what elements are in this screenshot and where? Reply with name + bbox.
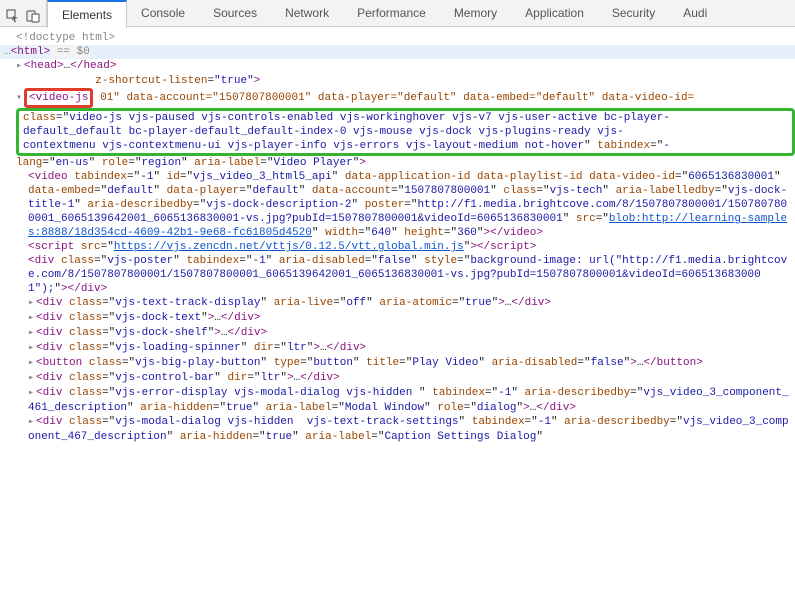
- dom-control-bar[interactable]: <div class="vjs-control-bar" dir="ltr">……: [0, 371, 795, 386]
- dom-caption-settings[interactable]: <div class="vjs-modal-dialog vjs-hidden …: [0, 415, 795, 444]
- dom-error-display[interactable]: <div class="vjs-error-display vjs-modal-…: [0, 386, 795, 415]
- dom-loading-spinner[interactable]: <div class="vjs-loading-spinner" dir="lt…: [0, 341, 795, 356]
- expand-triangle-icon[interactable]: [28, 357, 36, 369]
- selected-eq0: == $0: [50, 46, 90, 58]
- tab-security[interactable]: Security: [598, 0, 669, 26]
- tab-console[interactable]: Console: [127, 0, 199, 26]
- tab-sources[interactable]: Sources: [199, 0, 271, 26]
- attr: z-shortcut-listen: [95, 75, 207, 87]
- elements-panel[interactable]: <!doctype html> …<html> == $0 <head>…</h…: [0, 27, 795, 444]
- dom-poster-div[interactable]: <div class="vjs-poster" tabindex="-1" ar…: [0, 254, 795, 296]
- dom-video-element[interactable]: <video tabindex="-1" id="vjs_video_3_htm…: [0, 170, 795, 240]
- doctype-text: <!doctype html>: [16, 32, 115, 44]
- tab-audits[interactable]: Audi: [669, 0, 721, 26]
- expand-triangle-open-icon[interactable]: [16, 92, 24, 104]
- tab-performance[interactable]: Performance: [343, 0, 440, 26]
- tab-application[interactable]: Application: [511, 0, 598, 26]
- dom-videojs-line[interactable]: <video-js 01" data-account="150780780000…: [0, 88, 795, 108]
- highlight-videojs-tag: <video-js: [24, 88, 93, 108]
- dom-text-track[interactable]: <div class="vjs-text-track-display" aria…: [0, 296, 795, 311]
- videojs-attrs: 01" data-account="1507807800001" data-pl…: [100, 92, 694, 104]
- dom-html-open[interactable]: …<html> == $0: [0, 45, 795, 59]
- highlight-class-attr: class="video-js vjs-paused vjs-controls-…: [16, 108, 795, 156]
- expand-triangle-icon[interactable]: [28, 372, 36, 384]
- left-icon-group: [0, 0, 47, 26]
- expand-triangle-icon[interactable]: [28, 387, 36, 399]
- html-tag: <html>: [11, 46, 51, 58]
- dom-dock-shelf[interactable]: <div class="vjs-dock-shelf">…</div>: [0, 326, 795, 341]
- dom-head[interactable]: <head>…</head>: [0, 59, 795, 74]
- device-toggle-icon[interactable]: [26, 4, 40, 23]
- dom-script-element[interactable]: <script src="https://vjs.zencdn.net/vttj…: [0, 240, 795, 254]
- dom-dock-text[interactable]: <div class="vjs-dock-text">…</div>: [0, 311, 795, 326]
- devtools-tabbar: Elements Console Sources Network Perform…: [0, 0, 795, 27]
- tab-elements[interactable]: Elements: [47, 0, 127, 28]
- dom-body-fragment[interactable]: z-shortcut-listen="true">: [0, 74, 795, 88]
- expand-triangle-icon[interactable]: [28, 342, 36, 354]
- dom-lang-line[interactable]: lang="en-us" role="region" aria-label="V…: [0, 156, 795, 170]
- dom-doctype[interactable]: <!doctype html>: [0, 31, 795, 45]
- expand-triangle-icon[interactable]: [28, 416, 36, 428]
- tab-network[interactable]: Network: [271, 0, 343, 26]
- videojs-tagname: video-js: [36, 92, 89, 104]
- tab-memory[interactable]: Memory: [440, 0, 511, 26]
- inspect-element-icon[interactable]: [6, 4, 20, 23]
- expand-triangle-icon[interactable]: [16, 60, 24, 72]
- expand-triangle-icon[interactable]: [28, 297, 36, 309]
- script-src-link[interactable]: https://vjs.zencdn.net/vttjs/0.12.5/vtt.…: [114, 241, 464, 253]
- expand-triangle-icon[interactable]: [28, 312, 36, 324]
- attr-val: true: [221, 75, 247, 87]
- expand-triangle-icon[interactable]: [28, 327, 36, 339]
- dom-big-play-button[interactable]: <button class="vjs-big-play-button" type…: [0, 356, 795, 371]
